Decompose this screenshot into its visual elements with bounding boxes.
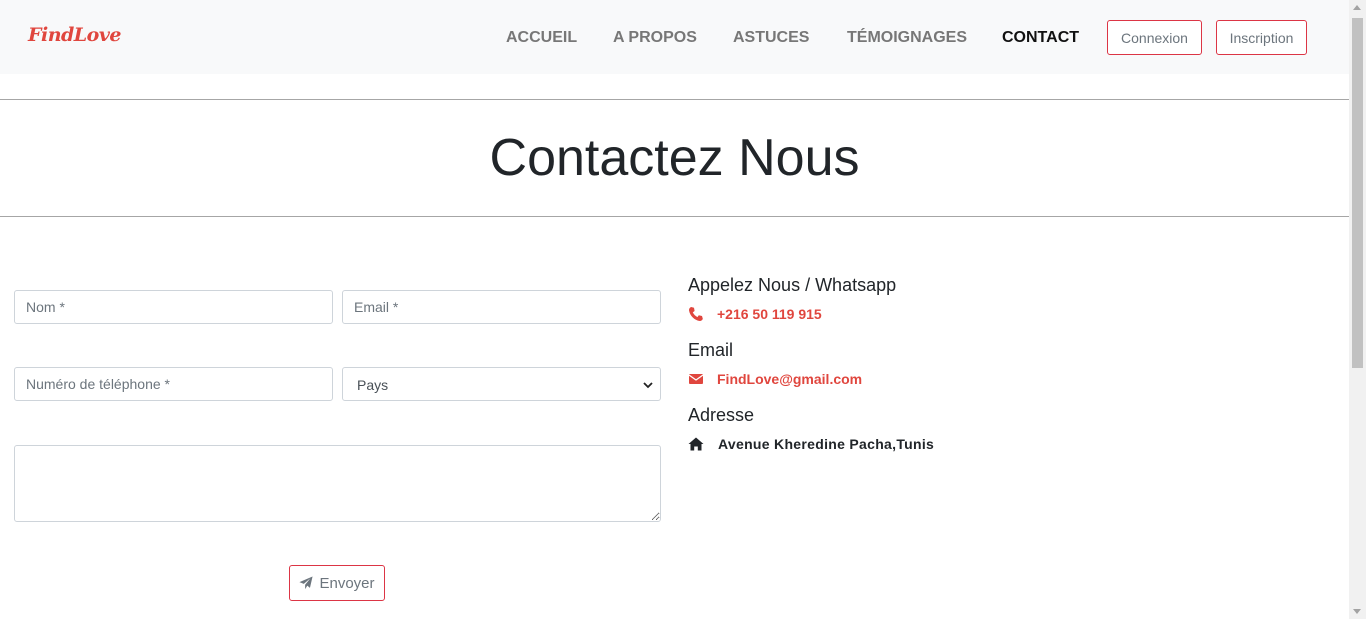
page-title: Contactez Nous xyxy=(489,129,860,187)
country-select-value: Pays xyxy=(357,377,389,393)
phone-number-link[interactable]: +216 50 119 915 xyxy=(717,306,822,322)
email-row: FindLove@gmail.com xyxy=(688,371,862,387)
brand-logo[interactable]: FindLove xyxy=(28,24,121,46)
scroll-up-arrow-icon[interactable] xyxy=(1353,5,1361,10)
divider-bottom xyxy=(0,216,1349,217)
email-link[interactable]: FindLove@gmail.com xyxy=(717,371,862,387)
country-select[interactable]: Pays xyxy=(342,367,661,401)
send-button-label: Envoyer xyxy=(319,574,375,592)
divider-top xyxy=(0,99,1349,100)
phone-icon xyxy=(689,307,703,321)
address-row: Avenue Kheredine Pacha,Tunis xyxy=(688,436,934,452)
nav-link-accueil[interactable]: ACCUEIL xyxy=(506,29,577,47)
email-input[interactable] xyxy=(342,290,661,324)
phone-row: +216 50 119 915 xyxy=(688,306,822,322)
nav-link-temoignages[interactable]: TÉMOIGNAGES xyxy=(847,29,967,47)
message-textarea[interactable] xyxy=(14,445,661,522)
scrollbar-thumb[interactable] xyxy=(1352,18,1363,368)
navbar: FindLove ACCUEIL A PROPOS ASTUCES TÉMOIG… xyxy=(0,0,1349,74)
nav-link-contact[interactable]: CONTACT xyxy=(1002,29,1079,47)
home-icon xyxy=(688,437,704,451)
nav-link-a-propos[interactable]: A PROPOS xyxy=(613,29,697,47)
phone-input[interactable] xyxy=(14,367,333,401)
paper-plane-icon xyxy=(299,576,314,590)
signup-button[interactable]: Inscription xyxy=(1216,20,1307,55)
address-text: Avenue Kheredine Pacha,Tunis xyxy=(718,436,935,452)
send-button[interactable]: Envoyer xyxy=(289,565,385,601)
name-input[interactable] xyxy=(14,290,333,324)
envelope-icon xyxy=(688,374,704,384)
phone-section-title: Appelez Nous / Whatsapp xyxy=(688,275,897,295)
address-section-title: Adresse xyxy=(688,405,755,425)
login-button[interactable]: Connexion xyxy=(1107,20,1202,55)
page: FindLove ACCUEIL A PROPOS ASTUCES TÉMOIG… xyxy=(0,0,1366,619)
scroll-down-arrow-icon[interactable] xyxy=(1353,609,1361,614)
email-section-title: Email xyxy=(688,340,734,360)
vertical-scrollbar[interactable] xyxy=(1349,0,1366,619)
chevron-down-icon xyxy=(643,382,653,389)
nav-link-astuces[interactable]: ASTUCES xyxy=(733,29,809,47)
